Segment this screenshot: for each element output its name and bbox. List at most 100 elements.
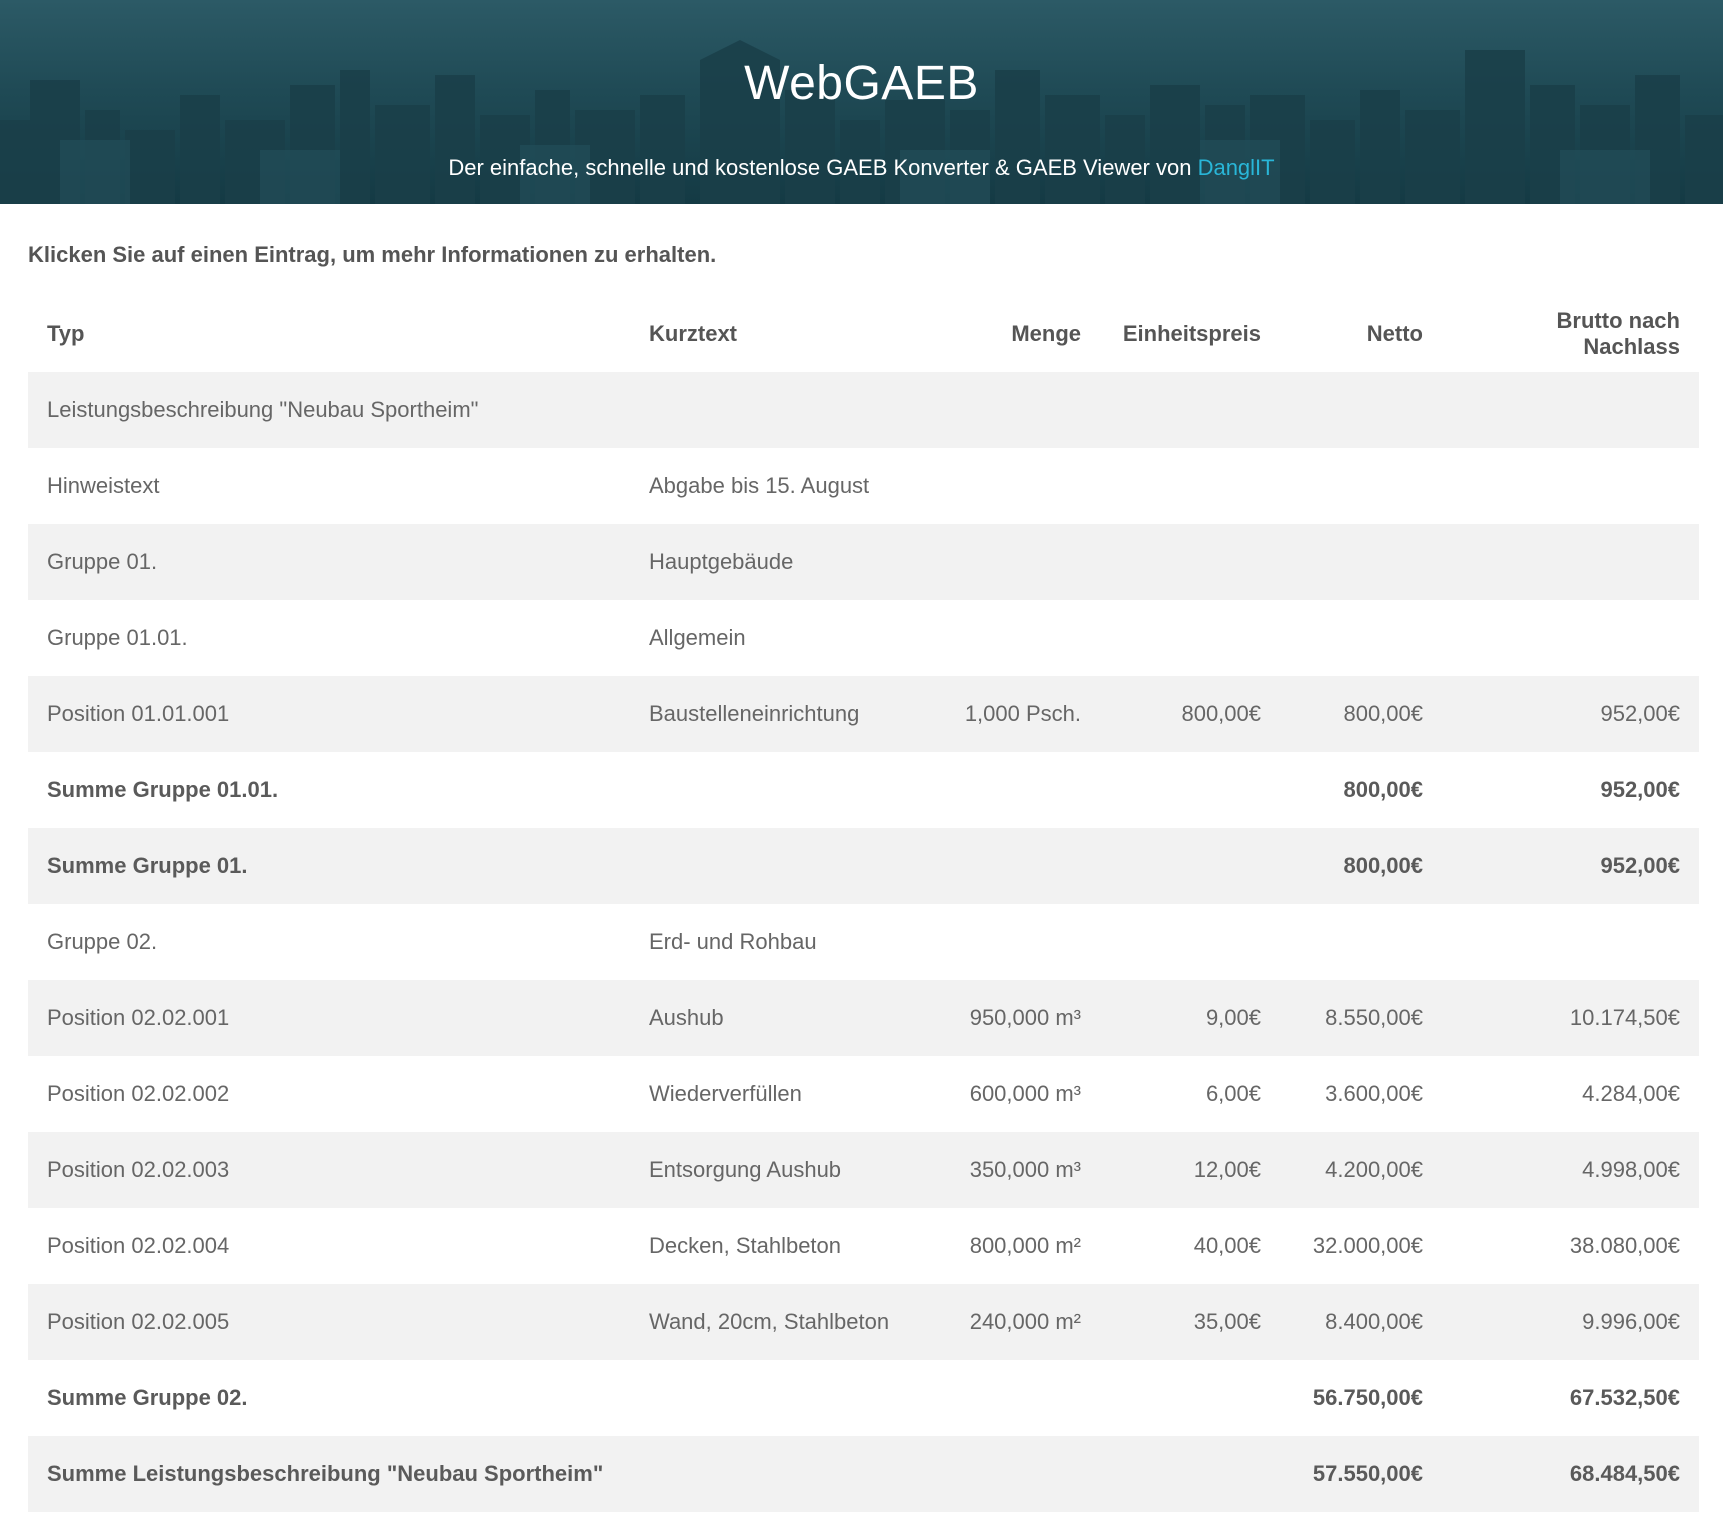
- table-header-row: Typ Kurztext Menge Einheitspreis Netto B…: [28, 296, 1699, 372]
- cell-brutto: [1442, 372, 1699, 448]
- cell-einheitspreis: 6,00€: [1205, 1081, 1261, 1106]
- cell-kurztext: Abgabe bis 15. August: [649, 473, 870, 498]
- table-row[interactable]: Summe Leistungsbeschreibung "Neubau Spor…: [28, 1436, 1699, 1512]
- cell-einheitspreis: [1100, 1360, 1280, 1436]
- cell-kurztext: Hauptgebäude: [630, 524, 920, 600]
- column-header-einheitspreis: Einheitspreis: [1122, 321, 1261, 346]
- cell-netto: [1280, 448, 1442, 524]
- cell-kurztext: Aushub: [630, 980, 920, 1056]
- cell-einheitspreis: [1100, 904, 1280, 980]
- cell-brutto: 67.532,50€: [1569, 1385, 1680, 1410]
- instruction-text: Klicken Sie auf einen Eintrag, um mehr I…: [28, 242, 717, 267]
- table-row[interactable]: Leistungsbeschreibung "Neubau Sportheim": [28, 372, 1699, 448]
- cell-einheitspreis: [1100, 600, 1280, 676]
- cell-menge: [920, 448, 1100, 524]
- column-header-typ: Typ: [47, 321, 85, 346]
- cell-typ: Position 02.02.005: [28, 1284, 630, 1360]
- cell-kurztext: Allgemein: [649, 625, 746, 650]
- cell-menge: [920, 1436, 1100, 1512]
- app-subtitle: Der einfache, schnelle und kostenlose GA…: [0, 155, 1723, 181]
- danglit-link[interactable]: DanglIT: [1198, 155, 1275, 180]
- cell-netto: [1280, 904, 1442, 980]
- cell-menge: [920, 828, 1100, 904]
- cell-menge: 350,000 m³: [920, 1132, 1100, 1208]
- cell-netto: 8.550,00€: [1280, 980, 1442, 1056]
- table-row[interactable]: Hinweistext Abgabe bis 15. August: [28, 448, 1699, 524]
- table-row[interactable]: Position 02.02.005 Wand, 20cm, Stahlbeto…: [28, 1284, 1699, 1360]
- table-row[interactable]: Position 02.02.002 Wiederverfüllen 600,0…: [28, 1056, 1699, 1132]
- cell-kurztext: Wiederverfüllen: [649, 1081, 802, 1106]
- app-title-strong: GAEB: [843, 57, 979, 110]
- cell-einheitspreis: 9,00€: [1100, 980, 1280, 1056]
- cell-kurztext: Entsorgung Aushub: [630, 1132, 920, 1208]
- cell-einheitspreis: 40,00€: [1193, 1233, 1261, 1258]
- table-row[interactable]: Position 02.02.001 Aushub 950,000 m³ 9,0…: [28, 980, 1699, 1056]
- cell-netto: 32.000,00€: [1312, 1233, 1423, 1258]
- cell-netto: 800,00€: [1280, 676, 1442, 752]
- cell-einheitspreis: 800,00€: [1100, 676, 1280, 752]
- cell-einheitspreis: [1100, 448, 1280, 524]
- app-title-light: Web: [744, 57, 844, 110]
- cell-kurztext: Decken, Stahlbeton: [649, 1233, 842, 1258]
- main-content: Klicken Sie auf einen Eintrag, um mehr I…: [0, 204, 1723, 1512]
- cell-brutto: 38.080,00€: [1569, 1233, 1680, 1258]
- table-row[interactable]: Position 02.02.003 Entsorgung Aushub 350…: [28, 1132, 1699, 1208]
- cell-brutto: 4.998,00€: [1442, 1132, 1699, 1208]
- cell-brutto: [1442, 600, 1699, 676]
- cell-einheitspreis: [1100, 828, 1280, 904]
- table-row[interactable]: Summe Gruppe 01.01. 800,00€ 952,00€: [28, 752, 1699, 828]
- table-row[interactable]: Position 02.02.004 Decken, Stahlbeton 80…: [28, 1208, 1699, 1284]
- column-header-menge: Menge: [1011, 321, 1081, 346]
- cell-brutto: 952,00€: [1442, 828, 1699, 904]
- cell-netto: 8.400,00€: [1280, 1284, 1442, 1360]
- cell-netto: [1280, 524, 1442, 600]
- cell-typ: Gruppe 01.01.: [47, 625, 188, 650]
- column-header-brutto: Brutto nach Nachlass: [1556, 308, 1680, 359]
- column-header-kurztext: Kurztext: [649, 321, 738, 346]
- cell-menge: [920, 904, 1100, 980]
- cell-kurztext: [630, 828, 920, 904]
- cell-menge: 1,000 Psch.: [920, 676, 1100, 752]
- cell-brutto: 952,00€: [1442, 676, 1699, 752]
- cell-brutto: [1442, 904, 1699, 980]
- table-row[interactable]: Gruppe 02. Erd- und Rohbau: [28, 904, 1699, 980]
- cell-brutto: [1442, 448, 1699, 524]
- cell-kurztext: [630, 1436, 920, 1512]
- cell-netto: 56.750,00€: [1312, 1385, 1423, 1410]
- cell-einheitspreis: 12,00€: [1100, 1132, 1280, 1208]
- app-title: WebGAEB: [0, 56, 1723, 111]
- table-row[interactable]: Gruppe 01. Hauptgebäude: [28, 524, 1699, 600]
- cell-menge: [920, 524, 1100, 600]
- cell-menge: [920, 372, 1100, 448]
- cell-kurztext: [630, 752, 920, 828]
- cell-menge: 600,000 m³: [969, 1081, 1081, 1106]
- cell-einheitspreis: [1100, 1436, 1280, 1512]
- table-row[interactable]: Position 01.01.001 Baustelleneinrichtung…: [28, 676, 1699, 752]
- cell-typ: Summe Leistungsbeschreibung "Neubau Spor…: [28, 1436, 630, 1512]
- cell-brutto: 952,00€: [1600, 777, 1680, 802]
- table-row[interactable]: Summe Gruppe 02. 56.750,00€ 67.532,50€: [28, 1360, 1699, 1436]
- cell-menge: [920, 1360, 1100, 1436]
- cell-einheitspreis: [1100, 524, 1280, 600]
- subtitle-text: Der einfache, schnelle und kostenlose GA…: [448, 155, 1198, 180]
- cell-typ: Summe Gruppe 01.: [28, 828, 630, 904]
- cell-netto: [1280, 372, 1442, 448]
- cell-netto: 800,00€: [1343, 777, 1423, 802]
- cell-brutto: 9.996,00€: [1442, 1284, 1699, 1360]
- cell-typ: Position 02.02.001: [28, 980, 630, 1056]
- cell-typ: Summe Gruppe 02.: [47, 1385, 248, 1410]
- cell-kurztext: Erd- und Rohbau: [649, 929, 817, 954]
- cell-kurztext: [630, 1360, 920, 1436]
- cell-netto: 800,00€: [1280, 828, 1442, 904]
- cell-brutto: 4.284,00€: [1582, 1081, 1680, 1106]
- header-banner: WebGAEB Der einfache, schnelle und koste…: [0, 0, 1723, 204]
- cell-netto: 3.600,00€: [1325, 1081, 1423, 1106]
- cell-netto: [1280, 600, 1442, 676]
- cell-kurztext: [630, 372, 920, 448]
- table-row[interactable]: Summe Gruppe 01. 800,00€ 952,00€: [28, 828, 1699, 904]
- cell-menge: 950,000 m³: [920, 980, 1100, 1056]
- table-row[interactable]: Gruppe 01.01. Allgemein: [28, 600, 1699, 676]
- column-header-netto: Netto: [1366, 321, 1423, 346]
- cell-brutto: [1442, 524, 1699, 600]
- cell-typ: Hinweistext: [47, 473, 160, 498]
